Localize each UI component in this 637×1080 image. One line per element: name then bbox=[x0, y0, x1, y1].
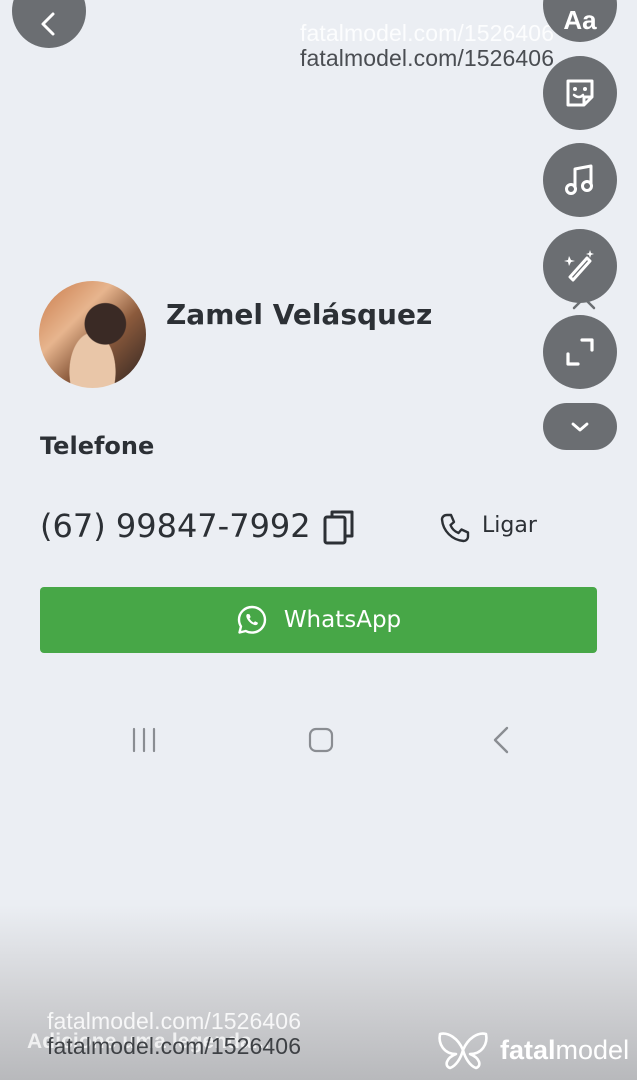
expand-icon bbox=[566, 338, 594, 366]
recent-apps-icon[interactable] bbox=[131, 727, 157, 757]
phone-number: (67) 99847-7992 bbox=[40, 507, 311, 545]
phone-icon[interactable] bbox=[439, 512, 471, 548]
sticker-button[interactable] bbox=[543, 56, 617, 130]
close-icon[interactable] bbox=[571, 285, 597, 315]
watermark-top: fatalmodel.com/1526406 bbox=[300, 45, 555, 71]
watermark-bottom-ghost: fatalmodel.com/1526406 bbox=[47, 1008, 302, 1034]
home-icon[interactable] bbox=[308, 727, 334, 757]
sticker-icon bbox=[566, 79, 594, 107]
whatsapp-icon bbox=[237, 605, 267, 634]
brand-name-regular: model bbox=[555, 1034, 630, 1065]
nav-back-icon[interactable] bbox=[490, 725, 512, 759]
chevron-left-icon bbox=[41, 12, 55, 36]
profile-name: Zamel Velásquez bbox=[166, 298, 433, 331]
call-button-label[interactable]: Ligar bbox=[482, 513, 537, 538]
text-tool-button[interactable]: Aa bbox=[543, 0, 617, 42]
whatsapp-button-label: WhatsApp bbox=[283, 607, 402, 633]
copy-icon[interactable] bbox=[321, 508, 357, 550]
phone-section-label: Telefone bbox=[40, 432, 155, 460]
text-tool-label: Aa bbox=[563, 4, 597, 35]
butterfly-logo-icon bbox=[438, 1032, 488, 1070]
chevron-down-icon bbox=[571, 422, 589, 431]
draw-icon bbox=[564, 250, 594, 282]
watermark-bottom: fatalmodel.com/1526406 bbox=[47, 1033, 302, 1059]
more-tools-button[interactable] bbox=[543, 403, 617, 450]
brand-name-bold: fatal bbox=[500, 1034, 556, 1065]
music-button[interactable] bbox=[543, 143, 617, 217]
brand-logo: fatalmodel bbox=[436, 1030, 629, 1070]
music-icon bbox=[565, 164, 593, 195]
watermark-top-ghost: fatalmodel.com/1526406 bbox=[300, 20, 555, 46]
back-button[interactable] bbox=[12, 0, 86, 48]
brand-name: fatalmodel bbox=[500, 1035, 629, 1066]
expand-button[interactable] bbox=[543, 315, 617, 389]
whatsapp-button[interactable]: WhatsApp bbox=[40, 587, 597, 653]
avatar bbox=[39, 281, 146, 388]
